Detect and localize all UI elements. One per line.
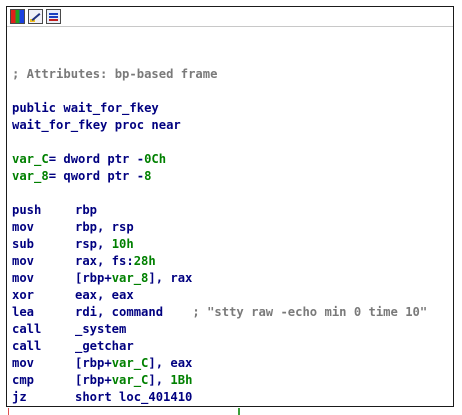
instruction-operands: rdi, command xyxy=(75,305,164,319)
rename-edit-icon[interactable] xyxy=(28,9,43,24)
instruction-mnemonic: mov xyxy=(12,271,35,285)
graph-edge-false xyxy=(8,408,9,415)
instruction-operands: rax, fs: xyxy=(75,254,134,268)
proc-declaration-line[interactable]: wait_for_fkey proc near xyxy=(12,117,453,134)
instruction-operands: ], rax xyxy=(148,271,193,285)
instruction-mnemonic: mov xyxy=(12,356,35,370)
instruction-mnemonic: cmp xyxy=(12,373,35,387)
stack-variable-ref[interactable]: var_8 xyxy=(112,271,149,285)
instruction-operands: rbp, rsp xyxy=(75,220,134,234)
instruction-mnemonic: mov xyxy=(12,254,35,268)
var-8-offset: 8 xyxy=(144,169,152,183)
var-c-name[interactable]: var_C xyxy=(12,152,49,166)
instruction-line[interactable]: call _system xyxy=(12,321,453,338)
instruction-line[interactable]: sub rsp, 10h xyxy=(12,236,453,253)
graph-overview-icon[interactable] xyxy=(46,9,61,24)
var-8-type: = qword ptr - xyxy=(48,169,145,183)
instruction-operands: rsp, xyxy=(75,237,112,251)
attributes-comment-line: ; Attributes: bp-based frame xyxy=(12,66,453,83)
stack-variable-ref[interactable]: var_C xyxy=(112,356,149,370)
var-c-offset: 0Ch xyxy=(144,152,167,166)
public-declaration-line[interactable]: public wait_for_fkey xyxy=(12,100,453,117)
var-c-type: = dword ptr - xyxy=(48,152,145,166)
instruction-operands: rbp xyxy=(75,203,98,217)
instruction-line[interactable]: jz short loc_401410 xyxy=(12,389,453,406)
immediate-value: 28h xyxy=(133,254,156,268)
node-titlebar xyxy=(7,7,453,27)
var-8-name[interactable]: var_8 xyxy=(12,169,49,183)
instruction-line[interactable]: push rbp xyxy=(12,202,453,219)
instruction-mnemonic: lea xyxy=(12,305,35,319)
instruction-mnemonic: call xyxy=(12,339,42,353)
code-block-node[interactable]: ; Attributes: bp-based frame public wait… xyxy=(6,6,454,407)
instruction-mnemonic: xor xyxy=(12,288,35,302)
instruction-mnemonic: call xyxy=(12,322,42,336)
instruction-line[interactable]: mov [rbp+var_C], eax xyxy=(12,355,453,372)
instruction-comment: ; "stty raw -echo min 0 time 10" xyxy=(163,305,428,319)
instruction-list: push rbp mov rbp, rsp sub rsp, 10h mov rax, fs:… xyxy=(12,202,453,406)
instruction-line[interactable]: mov rax, fs:28h xyxy=(12,253,453,270)
immediate-value: 1Bh xyxy=(170,373,193,387)
instruction-line[interactable]: xor eax, eax xyxy=(12,287,453,304)
instruction-mnemonic: jz xyxy=(12,390,27,404)
instruction-operands: _system xyxy=(75,322,127,336)
instruction-operands: [rbp+ xyxy=(75,271,112,285)
instruction-operands: ], xyxy=(148,373,171,387)
immediate-value: 10h xyxy=(111,237,134,251)
instruction-line[interactable]: mov rbp, rsp xyxy=(12,219,453,236)
instruction-operands: ], eax xyxy=(148,356,193,370)
instruction-line[interactable]: mov [rbp+var_8], rax xyxy=(12,270,453,287)
instruction-line[interactable]: cmp [rbp+var_C], 1Bh xyxy=(12,372,453,389)
stack-variable-ref[interactable]: var_C xyxy=(112,373,149,387)
graph-edge-true xyxy=(238,408,240,415)
instruction-line[interactable]: call _getchar xyxy=(12,338,453,355)
public-declaration: public wait_for_fkey xyxy=(12,101,159,115)
instruction-mnemonic: sub xyxy=(12,237,35,251)
instruction-operands: _getchar xyxy=(75,339,134,353)
instruction-mnemonic: push xyxy=(12,203,42,217)
instruction-operands: eax, eax xyxy=(75,288,134,302)
attributes-comment: ; Attributes: bp-based frame xyxy=(12,67,218,81)
color-palette-icon[interactable] xyxy=(10,9,25,24)
instruction-operands: short loc_401410 xyxy=(75,390,193,404)
instruction-operands: [rbp+ xyxy=(75,356,112,370)
disassembly-listing[interactable]: ; Attributes: bp-based frame public wait… xyxy=(7,27,453,406)
instruction-operands: [rbp+ xyxy=(75,373,112,387)
instruction-mnemonic: mov xyxy=(12,220,35,234)
proc-declaration: wait_for_fkey proc near xyxy=(12,118,181,132)
instruction-line[interactable]: lea rdi, command ; "stty raw -echo min 0 … xyxy=(12,304,453,321)
var-8-definition-line[interactable]: var_8= qword ptr -8 xyxy=(12,168,453,185)
var-c-definition-line[interactable]: var_C= dword ptr -0Ch xyxy=(12,151,453,168)
